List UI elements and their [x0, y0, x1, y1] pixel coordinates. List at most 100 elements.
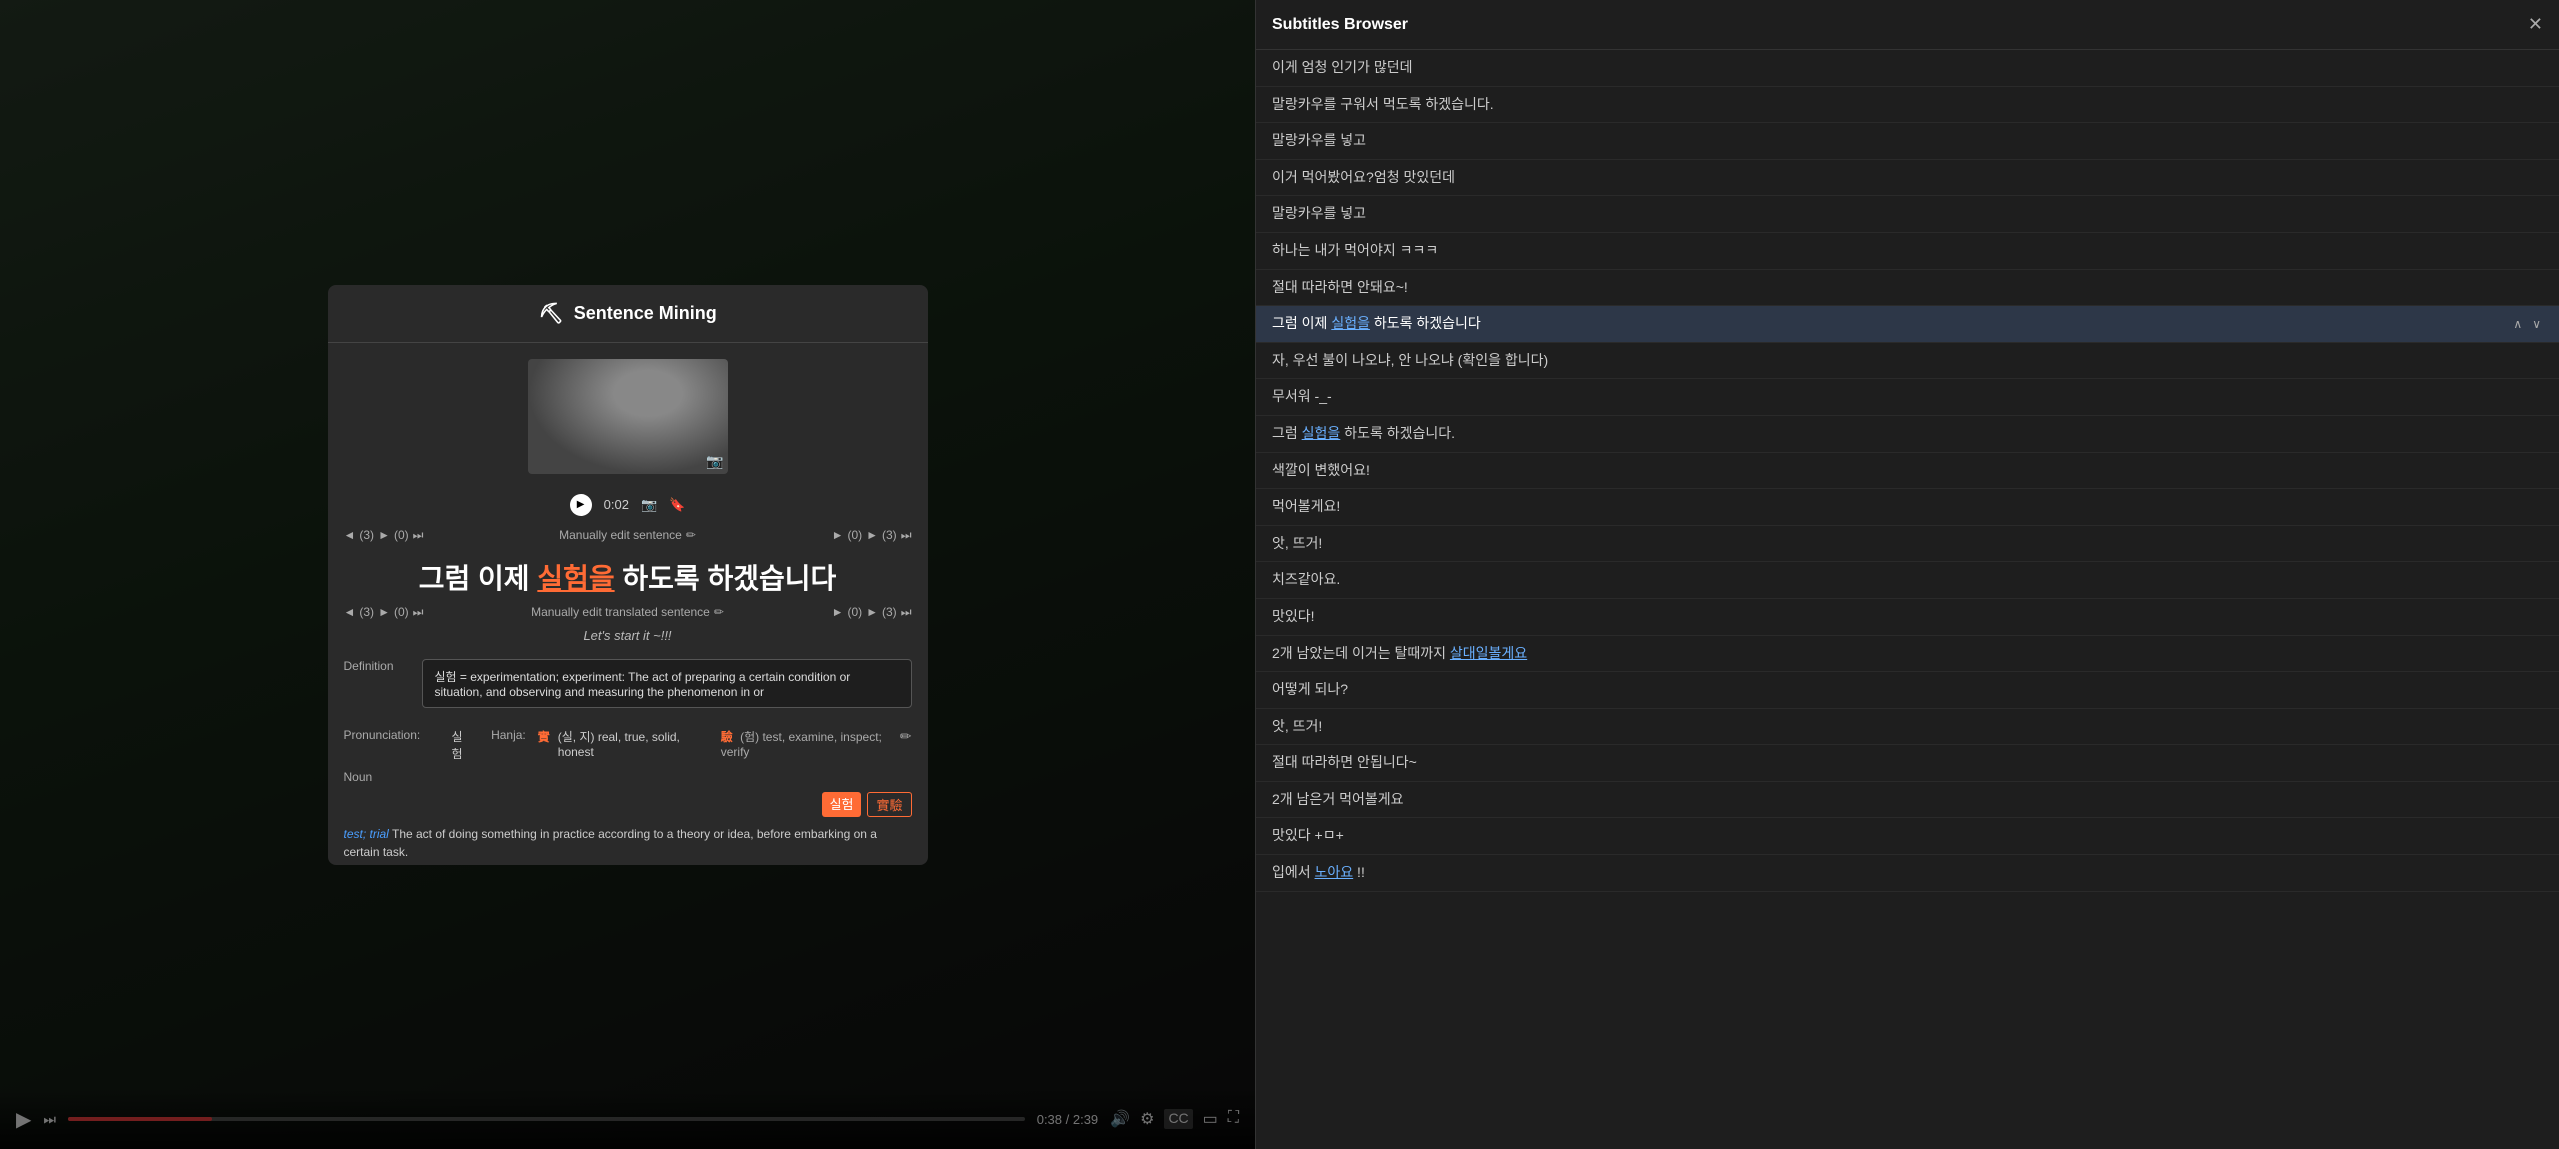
- subtitle-collapse-btn[interactable]: ∨: [2530, 681, 2543, 699]
- subtitle-collapse-btn[interactable]: ∨: [2530, 827, 2543, 845]
- underlined-word: 노아요: [1315, 864, 1354, 880]
- subtitle-collapse-btn[interactable]: ∨: [2530, 498, 2543, 516]
- subtitle-item[interactable]: 맛있다! ∧ ∨: [1256, 599, 2559, 636]
- trans-nav-prev[interactable]: ◄: [344, 605, 356, 619]
- subtitle-item[interactable]: 말랑카우를 넣고 ∧ ∨: [1256, 196, 2559, 233]
- subtitle-collapse-btn[interactable]: ∨: [2530, 425, 2543, 443]
- bookmark-icon[interactable]: 🔖: [669, 497, 685, 513]
- subtitle-collapse-btn[interactable]: ∨: [2530, 315, 2543, 333]
- subtitle-item[interactable]: 2개 남은거 먹어볼게요 ∧ ∨: [1256, 782, 2559, 819]
- subtitle-expand-btn[interactable]: ∧: [2511, 644, 2524, 662]
- subtitle-expand-btn[interactable]: ∧: [2511, 169, 2524, 187]
- subtitle-expand-btn[interactable]: ∧: [2511, 278, 2524, 296]
- subtitle-collapse-btn[interactable]: ∨: [2530, 132, 2543, 150]
- subtitle-item[interactable]: 2개 남았는데 이거는 탈때까지 살대일볼게요 ∧ ∨: [1256, 636, 2559, 673]
- subtitle-expand-btn[interactable]: ∧: [2511, 132, 2524, 150]
- translated-text: Let's start it ~!!!: [328, 624, 928, 651]
- subtitle-expand-btn[interactable]: ∧: [2511, 461, 2524, 479]
- subtitle-item[interactable]: 먹어볼게요! ∧ ∨: [1256, 489, 2559, 526]
- subtitle-collapse-btn[interactable]: ∨: [2530, 278, 2543, 296]
- subtitle-collapse-btn[interactable]: ∨: [2530, 864, 2543, 882]
- underlined-word: 실험을: [1331, 315, 1370, 331]
- subtitle-collapse-btn[interactable]: ∨: [2530, 242, 2543, 260]
- subtitle-collapse-btn[interactable]: ∨: [2530, 535, 2543, 553]
- definition-box: 실험 = experimentation; experiment: The ac…: [422, 659, 912, 708]
- subtitle-collapse-btn[interactable]: ∨: [2530, 59, 2543, 77]
- subtitle-item[interactable]: 그럼 이제 실험을 하도록 하겠습니다 ∧ ∨: [1256, 306, 2559, 343]
- trans-skip[interactable]: ⏭: [413, 605, 424, 620]
- subtitle-text: 어떻게 되나?: [1272, 680, 2503, 700]
- subtitle-collapse-btn[interactable]: ∨: [2530, 205, 2543, 223]
- subtitle-collapse-btn[interactable]: ∨: [2530, 717, 2543, 735]
- subtitle-expand-btn[interactable]: ∧: [2511, 681, 2524, 699]
- subtitle-item[interactable]: 절대 따라하면 안돼요~! ∧ ∨: [1256, 270, 2559, 307]
- subtitle-collapse-btn[interactable]: ∨: [2530, 352, 2543, 370]
- subtitle-collapse-btn[interactable]: ∨: [2530, 169, 2543, 187]
- subtitle-item[interactable]: 이거 먹어봤어요?엄청 맛있던데 ∧ ∨: [1256, 160, 2559, 197]
- subtitle-item[interactable]: 그럼 실험을 하도록 하겠습니다. ∧ ∨: [1256, 416, 2559, 453]
- subtitle-expand-btn[interactable]: ∧: [2511, 95, 2524, 113]
- subtitle-expand-btn[interactable]: ∧: [2511, 717, 2524, 735]
- subtitle-expand-btn[interactable]: ∧: [2511, 571, 2524, 589]
- subtitle-expand-btn[interactable]: ∧: [2511, 352, 2524, 370]
- subtitle-item[interactable]: 하나는 내가 먹어야지 ㅋㅋㅋ ∧ ∨: [1256, 233, 2559, 270]
- noun-label: Noun: [328, 766, 928, 788]
- subtitle-item[interactable]: 입에서 노아요 !! ∧ ∨: [1256, 855, 2559, 892]
- subtitle-item[interactable]: 치즈같아요. ∧ ∨: [1256, 562, 2559, 599]
- trans-nav-next-small[interactable]: ►: [378, 605, 390, 619]
- manually-edit-sentence-link: Manually edit sentence ✏: [431, 528, 823, 542]
- trans-skip-right[interactable]: ⏭: [901, 605, 912, 620]
- subtitle-expand-btn[interactable]: ∧: [2511, 864, 2524, 882]
- subtitle-expand-btn[interactable]: ∧: [2511, 59, 2524, 77]
- subtitle-expand-btn[interactable]: ∧: [2511, 425, 2524, 443]
- subtitle-item[interactable]: 절대 따라하면 안됩니다~ ∧ ∨: [1256, 745, 2559, 782]
- nav-skip-right[interactable]: ⏭: [901, 528, 912, 543]
- nav-next-3[interactable]: ►: [866, 528, 878, 542]
- trans-next-3[interactable]: ►: [866, 605, 878, 619]
- subtitle-collapse-btn[interactable]: ∨: [2530, 754, 2543, 772]
- nav-count-0: (0): [394, 528, 409, 542]
- subtitle-expand-btn[interactable]: ∧: [2511, 791, 2524, 809]
- subtitle-expand-btn[interactable]: ∧: [2511, 535, 2524, 553]
- nav-count-0-right: (0): [847, 528, 862, 542]
- subtitle-item[interactable]: 색깔이 변했어요! ∧ ∨: [1256, 453, 2559, 490]
- subtitle-expand-btn[interactable]: ∧: [2511, 205, 2524, 223]
- subtitle-collapse-btn[interactable]: ∨: [2530, 461, 2543, 479]
- subtitle-collapse-btn[interactable]: ∨: [2530, 608, 2543, 626]
- subtitle-list: 이게 엄청 인기가 많던데 ∧ ∨ 말랑카우를 구워서 먹도록 하겠습니다. ∧…: [1256, 50, 2559, 1149]
- nav-play[interactable]: ►: [832, 528, 844, 542]
- nav-next-right-small[interactable]: ►: [378, 528, 390, 542]
- subtitle-item[interactable]: 무서워 -_- ∧ ∨: [1256, 379, 2559, 416]
- subtitle-expand-btn[interactable]: ∧: [2511, 498, 2524, 516]
- subtitle-collapse-btn[interactable]: ∨: [2530, 571, 2543, 589]
- subtitle-expand-btn[interactable]: ∧: [2511, 388, 2524, 406]
- pronunciation-edit-icon[interactable]: ✏: [900, 728, 912, 745]
- def-text-1: The act of doing something in practice a…: [344, 827, 877, 859]
- subtitle-item[interactable]: 말랑카우를 넣고 ∧ ∨: [1256, 123, 2559, 160]
- subtitle-item[interactable]: 맛있다 +ㅁ+ ∧ ∨: [1256, 818, 2559, 855]
- play-small-icon[interactable]: ▶: [570, 494, 592, 516]
- subtitle-collapse-btn[interactable]: ∨: [2530, 791, 2543, 809]
- screenshot-icon[interactable]: 📷: [641, 497, 657, 513]
- subtitle-expand-btn[interactable]: ∧: [2511, 608, 2524, 626]
- subtitle-item[interactable]: 이게 엄청 인기가 많던데 ∧ ∨: [1256, 50, 2559, 87]
- nav-prev-left[interactable]: ◄: [344, 528, 356, 542]
- kanji-badges: 실험 實驗: [328, 788, 928, 821]
- subtitle-collapse-btn[interactable]: ∨: [2530, 388, 2543, 406]
- trans-nav-play[interactable]: ►: [832, 605, 844, 619]
- definition-row: Definition 실험 = experimentation; experim…: [344, 659, 912, 708]
- subtitle-item[interactable]: 어떻게 되나? ∧ ∨: [1256, 672, 2559, 709]
- panel-close-icon[interactable]: ✕: [2528, 14, 2543, 35]
- subtitle-expand-btn[interactable]: ∧: [2511, 315, 2524, 333]
- subtitle-item[interactable]: 자, 우선 불이 나오냐, 안 나오냐 (확인을 합니다) ∧ ∨: [1256, 343, 2559, 380]
- subtitle-expand-btn[interactable]: ∧: [2511, 754, 2524, 772]
- subtitle-collapse-btn[interactable]: ∨: [2530, 644, 2543, 662]
- subtitle-item[interactable]: 말랑카우를 구워서 먹도록 하겠습니다. ∧ ∨: [1256, 87, 2559, 124]
- subtitle-expand-btn[interactable]: ∧: [2511, 242, 2524, 260]
- subtitle-collapse-btn[interactable]: ∨: [2530, 95, 2543, 113]
- nav-skip[interactable]: ⏭: [413, 528, 424, 543]
- subtitle-expand-btn[interactable]: ∧: [2511, 827, 2524, 845]
- subtitle-item[interactable]: 앗, 뜨거! ∧ ∨: [1256, 526, 2559, 563]
- subtitle-item[interactable]: 앗, 뜨거! ∧ ∨: [1256, 709, 2559, 746]
- main-sentence: 그럼 이제 실험을 하도록 하겠습니다: [328, 547, 928, 601]
